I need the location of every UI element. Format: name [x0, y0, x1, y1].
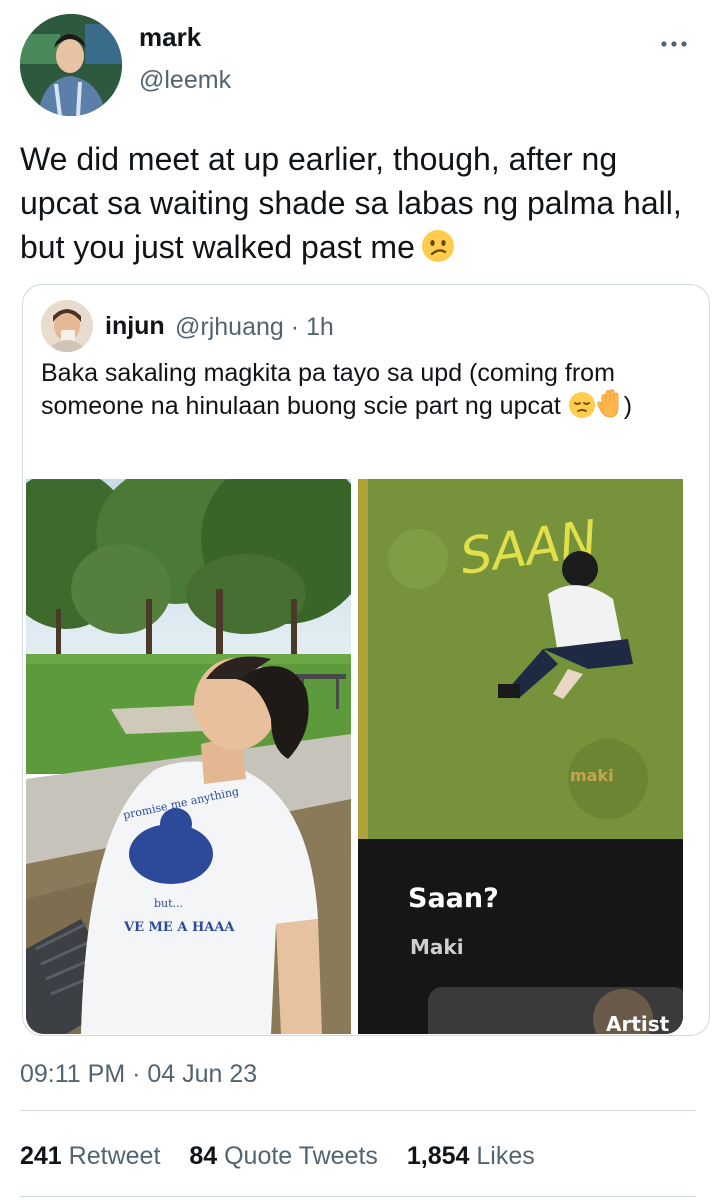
tweet-date: 04 Jun 23 [147, 1060, 258, 1088]
likes-stat[interactable]: 1,854 Likes [407, 1142, 535, 1171]
more-options-icon[interactable] [660, 36, 688, 52]
engagement-stats: 241 Retweet 84 Quote Tweets 1,854 Likes [20, 1142, 557, 1171]
svg-text:Maki: Maki [410, 935, 464, 959]
author-handle[interactable]: @leemk [139, 66, 231, 95]
likes-count: 1,854 [406, 1142, 470, 1170]
quoted-meta: @rjhuang · 1h [175, 313, 334, 342]
quoted-handle[interactable]: @rjhuang [175, 313, 284, 341]
retweets-stat[interactable]: 241 Retweet [20, 1142, 160, 1171]
quoted-display-name[interactable]: injun [105, 312, 165, 341]
tweet-timestamp[interactable]: 09:11 PM · 04 Jun 23 [20, 1060, 257, 1089]
quotes-stat[interactable]: 84 Quote Tweets [189, 1142, 378, 1171]
retweets-label: Retweet [68, 1142, 161, 1170]
quotes-label: Quote Tweets [224, 1142, 378, 1170]
author-avatar[interactable] [20, 14, 122, 116]
author-display-name[interactable]: mark [139, 22, 201, 53]
raised-hand-icon [596, 389, 624, 427]
quoted-tweet[interactable]: injun @rjhuang · 1h Baka sakaling magkit… [22, 284, 710, 1036]
divider-bottom [20, 1196, 696, 1197]
likes-label: Likes [476, 1142, 535, 1170]
confused-face-icon [421, 229, 455, 274]
quoted-body: Baka sakaling magkita pa tayo sa upd (co… [41, 359, 615, 420]
quoted-time[interactable]: 1h [306, 313, 334, 341]
quoted-text: Baka sakaling magkita pa tayo sa upd (co… [41, 357, 681, 427]
tweet-body: We did meet at up earlier, though, after… [20, 141, 682, 265]
quoted-separator: · [283, 313, 306, 341]
quoted-avatar[interactable] [41, 300, 93, 352]
svg-text:Artist: Artist [606, 1012, 670, 1034]
svg-text:maki: maki [570, 766, 614, 785]
tweet-text: We did meet at up earlier, though, after… [20, 137, 700, 274]
pensive-face-icon [568, 391, 596, 427]
photo-boy-in-park[interactable]: promise me anything but... VE ME A HAAA [26, 479, 351, 1034]
quoted-body-end: ) [623, 392, 633, 420]
svg-text:Saan?: Saan? [408, 883, 499, 914]
retweets-count: 241 [20, 1142, 62, 1170]
tweet-time: 09:11 PM [20, 1060, 126, 1088]
divider [20, 1110, 696, 1111]
quotes-count: 84 [189, 1142, 218, 1170]
svg-text:VE ME A HAAA: VE ME A HAAA [123, 920, 235, 935]
svg-text:but...: but... [154, 897, 183, 910]
timestamp-separator: · [125, 1060, 148, 1088]
phone-music-screen[interactable]: SAAN maki Saan? Maki Artist [358, 479, 683, 1034]
